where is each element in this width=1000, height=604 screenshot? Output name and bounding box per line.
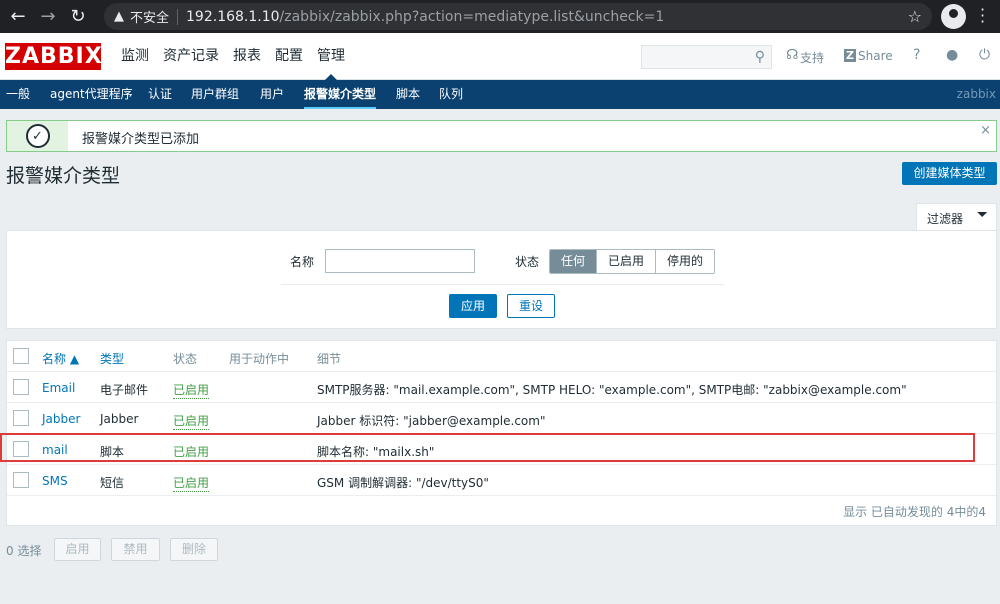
reload-icon[interactable]: ↻	[66, 5, 90, 29]
table-row: SMS 短信 已启用 GSM 调制解调器: "/dev/ttyS0"	[7, 465, 996, 496]
menu-item-inventory[interactable]: 资产记录	[156, 33, 226, 80]
select-all-checkbox[interactable]	[13, 348, 29, 364]
status-toggle[interactable]: 已启用	[173, 412, 210, 430]
header-used-in-actions: 用于动作中	[229, 352, 290, 366]
subnav-scripts[interactable]: 脚本	[396, 80, 420, 109]
url-host: 192.168.1.10	[186, 8, 280, 25]
table-summary: 显示 已自动发现的 4中的4	[843, 505, 986, 519]
app-header: ZABBIX 监测 资产记录 报表 配置 管理 ⚲ ☊ 支持 Z Share ?…	[0, 33, 1000, 80]
success-icon-box: ✓	[6, 120, 68, 152]
headset-icon: ☊	[786, 47, 799, 63]
header-name[interactable]: 名称 ▲	[42, 350, 79, 367]
global-search-input[interactable]: ⚲	[641, 45, 772, 69]
filter-tab[interactable]: 过滤器 ⏷	[916, 203, 997, 230]
media-type-type: 短信	[100, 476, 125, 490]
message-text: 报警媒介类型已添加	[82, 132, 200, 147]
filter-tab-label: 过滤器	[927, 212, 964, 226]
subnav-queue[interactable]: 队列	[439, 80, 463, 109]
close-icon[interactable]: ×	[980, 123, 991, 138]
status-any-radio[interactable]: 任何	[550, 250, 597, 273]
status-toggle[interactable]: 已启用	[173, 474, 210, 492]
media-type-type: Jabber	[100, 412, 139, 426]
status-radio-group: 任何 已启用 停用的	[549, 249, 716, 274]
support-link[interactable]: 支持	[800, 49, 824, 66]
row-checkbox[interactable]	[13, 410, 29, 426]
subnav-authentication[interactable]: 认证	[148, 80, 172, 109]
media-type-details: Jabber 标识符: "jabber@example.com"	[317, 414, 546, 428]
menu-item-reports[interactable]: 报表	[226, 33, 268, 80]
menu-item-administration[interactable]: 管理	[310, 33, 352, 80]
row-checkbox[interactable]	[13, 472, 29, 488]
address-divider	[177, 8, 179, 25]
bookmark-star-icon[interactable]: ☆	[908, 7, 922, 26]
media-type-type: 电子邮件	[100, 383, 149, 397]
media-type-name[interactable]: SMS	[42, 474, 68, 488]
apply-button[interactable]: 应用	[449, 294, 497, 318]
filter-divider	[281, 284, 725, 285]
subnav-agent-proxies[interactable]: agent代理程序	[50, 80, 133, 109]
filter-status-label: 状态	[515, 255, 540, 269]
filter-panel: 名称 状态 任何 已启用 停用的 应用 重设	[6, 230, 997, 329]
filter-name-label: 名称	[290, 255, 315, 269]
filter-name-input[interactable]	[325, 249, 475, 273]
table-header-row: 名称 ▲ 类型 状态 用于动作中 细节	[7, 341, 996, 372]
status-enabled-radio[interactable]: 已启用	[596, 250, 656, 273]
page-title: 报警媒介类型	[6, 165, 121, 187]
header-status: 状态	[173, 352, 198, 366]
disable-button[interactable]: 禁用	[111, 538, 160, 561]
insecure-label: 不安全	[130, 11, 170, 26]
help-icon[interactable]: ?	[913, 47, 920, 63]
selected-count: 0 选择	[6, 544, 42, 558]
share-icon: Z	[844, 49, 856, 62]
row-checkbox[interactable]	[13, 379, 29, 395]
sub-navigation: 一般 agent代理程序 认证 用户群组 用户 报警媒介类型 脚本 队列 zab…	[0, 80, 1000, 109]
create-media-type-button[interactable]: 创建媒体类型	[902, 162, 997, 185]
profile-avatar-icon[interactable]	[941, 4, 966, 29]
warning-triangle-icon: ▲	[114, 9, 124, 24]
back-arrow-icon[interactable]: ←	[6, 5, 30, 29]
menu-item-configuration[interactable]: 配置	[268, 33, 310, 80]
success-message: ✓ 报警媒介类型已添加 ×	[6, 120, 997, 152]
search-icon[interactable]: ⚲	[755, 49, 765, 65]
header-type[interactable]: 类型	[100, 350, 124, 367]
browser-toolbar: ← → ↻ ▲ 不安全 192.168.1.10/zabbix/zabbix.p…	[0, 0, 1000, 33]
subnav-general[interactable]: 一般	[6, 80, 30, 109]
highlight-box	[0, 433, 975, 462]
share-link[interactable]: Share	[858, 49, 893, 63]
media-type-name[interactable]: Email	[42, 381, 75, 395]
main-menu: 监测 资产记录 报表 配置 管理	[114, 33, 352, 80]
media-type-name[interactable]: Jabber	[42, 412, 80, 426]
address-bar[interactable]: ▲ 不安全 192.168.1.10/zabbix/zabbix.php?act…	[104, 3, 932, 30]
subnav-users[interactable]: 用户	[260, 80, 284, 109]
table-row: Email 电子邮件 已启用 SMTP服务器: "mail.example.co…	[7, 372, 996, 403]
user-profile-icon[interactable]: ●	[946, 47, 958, 63]
media-type-details: GSM 调制解调器: "/dev/ttyS0"	[317, 476, 489, 490]
subnav-user-groups[interactable]: 用户群组	[191, 80, 239, 109]
server-name: zabbix	[956, 87, 996, 101]
funnel-icon: ⏷	[976, 207, 988, 223]
status-toggle[interactable]: 已启用	[173, 381, 210, 399]
subnav-media-types[interactable]: 报警媒介类型	[304, 80, 377, 109]
table-row: Jabber Jabber 已启用 Jabber 标识符: "jabber@ex…	[7, 403, 996, 434]
forward-arrow-icon[interactable]: →	[36, 5, 60, 29]
media-type-details: SMTP服务器: "mail.example.com", SMTP HELO: …	[317, 383, 907, 397]
url-path: /zabbix/zabbix.php?action=mediatype.list…	[279, 8, 665, 25]
menu-item-monitoring[interactable]: 监测	[114, 33, 156, 80]
enable-button[interactable]: 启用	[54, 538, 101, 561]
zabbix-logo[interactable]: ZABBIX	[5, 43, 102, 70]
checkmark-icon: ✓	[25, 124, 50, 148]
browser-menu-icon[interactable]: · · ·	[980, 2, 985, 30]
delete-button[interactable]: 删除	[170, 538, 218, 561]
reset-button[interactable]: 重设	[507, 294, 555, 318]
header-details: 细节	[317, 352, 342, 366]
sign-out-icon[interactable]: ⏻	[979, 47, 990, 63]
status-disabled-radio[interactable]: 停用的	[655, 250, 715, 273]
